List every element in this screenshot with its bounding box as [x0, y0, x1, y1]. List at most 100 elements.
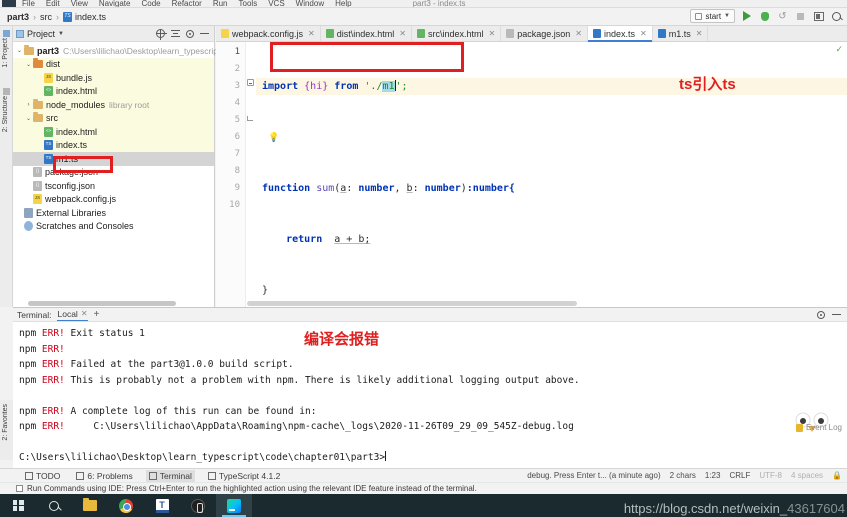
- editor-tab-index-ts[interactable]: index.ts ✕: [587, 26, 653, 42]
- close-icon[interactable]: ✕: [308, 29, 315, 38]
- close-icon[interactable]: ✕: [489, 29, 496, 38]
- menu-item-code[interactable]: Code: [141, 0, 160, 7]
- event-log-button[interactable]: Event Log: [795, 423, 842, 432]
- menu-item-help[interactable]: Help: [335, 0, 351, 7]
- debug-button[interactable]: [758, 10, 771, 23]
- fold-end-icon[interactable]: [247, 116, 253, 121]
- hint-checkbox[interactable]: [16, 485, 23, 492]
- gear-icon[interactable]: [817, 310, 825, 319]
- tree-item-tsconfig-json[interactable]: tsconfig.json: [13, 179, 214, 193]
- tree-expand-arrow[interactable]: ⌄: [24, 61, 33, 68]
- close-icon[interactable]: ✕: [696, 29, 703, 38]
- status-item[interactable]: 1:23: [705, 471, 721, 480]
- inspection-ok-icon[interactable]: ✓: [835, 44, 843, 55]
- menu-item-navigate[interactable]: Navigate: [99, 0, 131, 7]
- menu-item-vcs[interactable]: VCS: [268, 0, 284, 7]
- sidebar-strip-structure[interactable]: 2: Structure: [0, 96, 12, 132]
- menu-item-file[interactable]: File: [22, 0, 35, 7]
- close-icon[interactable]: ✕: [575, 29, 582, 38]
- media-button[interactable]: [180, 494, 216, 517]
- menu-item-run[interactable]: Run: [213, 0, 228, 7]
- target-icon[interactable]: [156, 29, 167, 40]
- project-tree-scrollbar[interactable]: [28, 301, 176, 306]
- tree-item-bundle-js[interactable]: bundle.js: [13, 71, 214, 85]
- menu-item-refactor[interactable]: Refactor: [172, 0, 202, 7]
- sidebar-strip-project[interactable]: 1: Project: [0, 38, 12, 68]
- chrome-button[interactable]: [108, 494, 144, 517]
- tree-item-dist[interactable]: ⌄ dist: [13, 57, 214, 71]
- editor-horizontal-scrollbar[interactable]: [247, 301, 577, 306]
- start-button[interactable]: [0, 494, 36, 517]
- run-button[interactable]: [740, 10, 753, 23]
- file-explorer-button[interactable]: [72, 494, 108, 517]
- tree-item-webpack-config-js[interactable]: webpack.config.js: [13, 193, 214, 207]
- line-number-gutter: 1 2 3 4 5 6 7 8 9 10: [216, 42, 246, 307]
- terminal-prompt-line[interactable]: C:\Users\lilichao\Desktop\learn_typescri…: [19, 450, 847, 466]
- menu-item-view[interactable]: View: [71, 0, 88, 7]
- editor-tab-dist-index-html[interactable]: dist\index.html ✕: [320, 26, 412, 41]
- tree-item-external-libraries[interactable]: External Libraries: [13, 206, 214, 220]
- tree-expand-arrow[interactable]: ⌄: [24, 115, 33, 122]
- status-item[interactable]: 2 chars: [670, 471, 696, 480]
- terminal-line-prefix: npm: [19, 374, 42, 386]
- tree-expand-arrow[interactable]: ⌄: [15, 47, 24, 54]
- breadcrumb-folder[interactable]: src: [40, 12, 52, 22]
- taskbar-search-button[interactable]: [36, 494, 72, 517]
- tree-item-part3[interactable]: ⌄ part3 C:\Users\lilichao\Desktop\learn_ty…: [13, 44, 232, 58]
- webstorm-button[interactable]: [216, 494, 252, 517]
- coverage-button[interactable]: ↺: [776, 10, 789, 23]
- word-button[interactable]: [144, 494, 180, 517]
- code-line-2: 💡: [256, 129, 847, 146]
- editor-tab-m1-ts[interactable]: m1.ts ✕: [652, 26, 709, 41]
- terminal-line-text: A complete log of this run can be found …: [70, 405, 317, 417]
- tree-item-index-ts[interactable]: index.ts: [13, 138, 214, 152]
- gear-icon[interactable]: [186, 29, 194, 38]
- tool-window-todo[interactable]: TODO: [22, 470, 63, 482]
- code-content[interactable]: import {hi} from './m1'; 💡 function sum(…: [256, 42, 847, 500]
- layout-button[interactable]: [812, 10, 825, 23]
- tree-item-m1-ts[interactable]: m1.ts: [13, 152, 214, 166]
- sidebar-strip-favorites[interactable]: 2: Favorites: [0, 404, 12, 441]
- close-icon[interactable]: ✕: [81, 309, 88, 318]
- tree-item-package-json[interactable]: package.json: [13, 166, 214, 180]
- minimize-icon[interactable]: [200, 29, 209, 38]
- terminal-new-tab-button[interactable]: +: [94, 309, 100, 320]
- fold-collapse-icon[interactable]: [247, 79, 254, 86]
- menu-item-edit[interactable]: Edit: [46, 0, 60, 7]
- tool-window-terminal[interactable]: Terminal: [145, 469, 195, 482]
- status-item[interactable]: CRLF: [729, 471, 750, 480]
- stop-button[interactable]: [794, 10, 807, 23]
- status-item[interactable]: debug. Press Enter t... (a minute ago): [527, 471, 660, 480]
- status-item[interactable]: 🔒: [832, 471, 842, 480]
- close-icon[interactable]: ✕: [399, 29, 406, 38]
- editor-tab-package-json[interactable]: package.json ✕: [501, 26, 588, 41]
- close-icon[interactable]: ✕: [640, 29, 647, 38]
- terminal-tab-local[interactable]: Local ✕: [57, 309, 88, 321]
- intention-bulb-icon[interactable]: 💡: [262, 133, 279, 143]
- tool-window-typescript-4-1-2[interactable]: TypeScript 4.1.2: [205, 470, 283, 482]
- tree-item-index-html[interactable]: index.html: [13, 125, 214, 139]
- tree-item-scratches-and-consoles[interactable]: Scratches and Consoles: [13, 220, 214, 234]
- editor-tab-src-index-html[interactable]: src\index.html ✕: [411, 26, 502, 41]
- tree-expand-arrow[interactable]: ›: [24, 102, 33, 108]
- tree-item-src[interactable]: ⌄ src: [13, 111, 214, 125]
- tree-item-index-html[interactable]: index.html: [13, 84, 214, 98]
- minimize-icon[interactable]: [832, 310, 841, 319]
- breadcrumb-project[interactable]: part3: [7, 12, 29, 22]
- project-panel-header: Project ▼: [13, 26, 214, 42]
- token-return: return: [286, 234, 323, 245]
- tree-item-node_modules[interactable]: › node_modules library root: [13, 98, 214, 112]
- run-configuration-selector[interactable]: start ▼: [690, 9, 735, 23]
- collapse-all-icon[interactable]: [171, 29, 180, 38]
- editor-tab-webpack-config-js[interactable]: webpack.config.js ✕: [216, 26, 321, 41]
- breadcrumb-file[interactable]: index.ts: [63, 11, 106, 22]
- library-icon: [24, 207, 33, 218]
- tool-window-6--problems[interactable]: 6: Problems: [73, 470, 135, 482]
- menu-item-tools[interactable]: Tools: [239, 0, 258, 7]
- status-item[interactable]: UTF-8: [759, 471, 782, 480]
- search-everywhere-button[interactable]: [830, 10, 843, 23]
- menu-item-window[interactable]: Window: [296, 0, 324, 7]
- project-panel-title[interactable]: Project ▼: [16, 29, 64, 39]
- terminal-output[interactable]: npm ERR! Exit status 1 npm ERR! npm ERR! F…: [13, 322, 847, 466]
- status-item[interactable]: 4 spaces: [791, 471, 823, 480]
